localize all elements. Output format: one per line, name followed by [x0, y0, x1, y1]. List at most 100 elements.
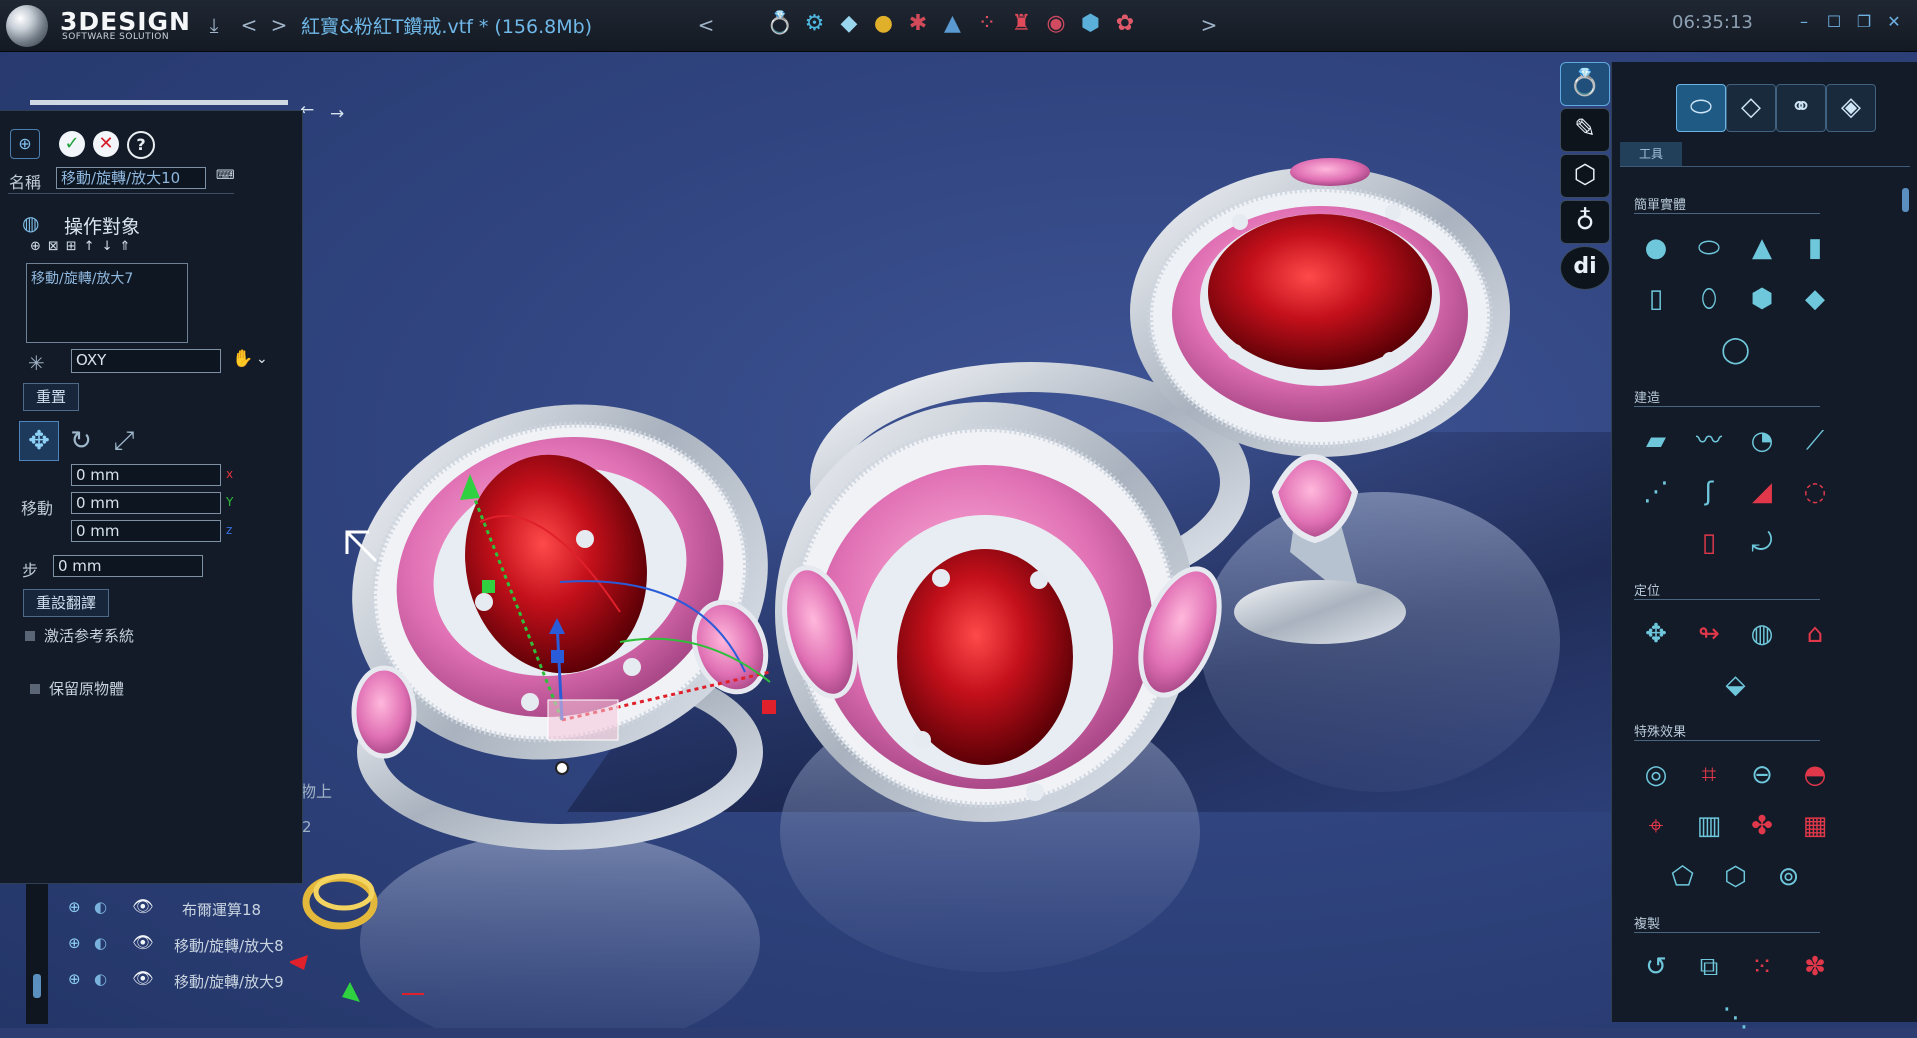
forward-arrow-icon[interactable]: >	[266, 12, 292, 38]
ring-primitive-icon[interactable]: ◯	[1716, 330, 1756, 370]
extrude-icon[interactable]: ▰	[1636, 421, 1676, 461]
patch-icon[interactable]: ◌	[1795, 472, 1835, 512]
objects-list-controls[interactable]: ⊕⊠⊞↑↓⇑	[30, 239, 137, 254]
step-field[interactable]: 0 mm	[53, 555, 203, 577]
sphere-icon[interactable]: ●	[1636, 228, 1676, 268]
sweep-icon[interactable]: 〰	[1689, 421, 1729, 461]
pipe-icon[interactable]: ▯	[1689, 523, 1729, 563]
capsule-icon[interactable]: ⬯	[1689, 279, 1729, 319]
tree-row[interactable]: ⊕ ◐ 👁 移動/旋轉/放大9	[60, 968, 300, 996]
drop-icon[interactable]: ⬙	[1716, 665, 1756, 705]
split-icon[interactable]: ▥	[1689, 806, 1729, 846]
plane-field[interactable]: OXY	[71, 349, 221, 373]
cylinder-icon[interactable]: ▮	[1795, 228, 1835, 268]
prong-tool-icon[interactable]: ✱	[904, 10, 932, 38]
maximize-icon[interactable]: ☐	[1822, 10, 1846, 34]
cut-icon[interactable]: ⌗	[1689, 755, 1729, 795]
deform-icon[interactable]: ⌖	[1636, 806, 1676, 846]
loft-icon[interactable]: ʃ	[1689, 472, 1729, 512]
setting-mode-icon[interactable]: ♁	[1560, 200, 1610, 244]
halo-tool-icon[interactable]: ✿	[1111, 10, 1139, 38]
copy-mirror-icon[interactable]: ⧉	[1689, 947, 1729, 987]
snap-icon[interactable]: ⌂	[1795, 614, 1835, 654]
wire-icon[interactable]: ⬠	[1663, 857, 1703, 897]
move-z-field[interactable]: 0 mm	[71, 520, 221, 542]
mesh-mode-icon[interactable]: ⬡	[1560, 154, 1610, 198]
link-icon[interactable]: ⊚	[1769, 857, 1809, 897]
boolean-icon[interactable]: ◎	[1636, 755, 1676, 795]
objects-list[interactable]: 移動/旋轉/放大7	[26, 263, 188, 343]
pyramid-icon[interactable]: ◆	[1795, 279, 1835, 319]
revolve-icon[interactable]: ◔	[1742, 421, 1782, 461]
pave-tool-icon[interactable]: ⁘	[973, 10, 1001, 38]
restore-icon[interactable]: ❐	[1852, 10, 1876, 34]
move-mode-icon[interactable]: ✥	[19, 421, 59, 461]
expand-icon[interactable]: ⊕	[68, 970, 81, 988]
jewelry-mode-icon[interactable]: 💍	[1560, 62, 1610, 106]
polygon-icon[interactable]: ⬡	[1716, 857, 1756, 897]
intersect-icon[interactable]: ⊖	[1742, 755, 1782, 795]
rotate-mode-icon[interactable]: ↻	[63, 423, 99, 459]
expand-right-icon[interactable]: →	[330, 104, 344, 124]
tube-icon[interactable]: ▯	[1636, 279, 1676, 319]
cluster-gem-icon[interactable]: ⬢	[1077, 10, 1105, 38]
toolbar-prev-icon[interactable]: <	[693, 12, 719, 38]
object-list-item[interactable]: 移動/旋轉/放大7	[31, 268, 183, 288]
bezel-tool-icon[interactable]: ⚙	[801, 10, 829, 38]
activate-ref-checkbox[interactable]	[25, 631, 35, 641]
drop-gem-icon[interactable]: ▲	[939, 10, 967, 38]
tree-scrollbar[interactable]	[26, 884, 48, 1024]
channel-tool-icon[interactable]: ◉	[1042, 10, 1070, 38]
visibility-eye-icon[interactable]: 👁	[132, 897, 154, 917]
copy-grid-icon[interactable]: ⁙	[1742, 947, 1782, 987]
move-y-field[interactable]: 0 mm	[71, 492, 221, 514]
merge-color-icon[interactable]: ✤	[1742, 806, 1782, 846]
copy-circular-icon[interactable]: ↺	[1636, 947, 1676, 987]
surface-icon[interactable]: ◢	[1742, 472, 1782, 512]
tree-row[interactable]: ⊕ ◐ 👁 移動/旋轉/放大8	[60, 932, 300, 960]
confirm-icon[interactable]: ✓	[59, 131, 85, 157]
color-gem-icon[interactable]: ●	[870, 10, 898, 38]
cancel-icon[interactable]: ✕	[93, 131, 119, 157]
move-x-field[interactable]: 0 mm	[71, 464, 221, 486]
back-arrow-icon[interactable]: <	[236, 12, 262, 38]
visibility-eye-icon[interactable]: 👁	[132, 933, 154, 953]
bend-icon[interactable]: ⤾	[1742, 523, 1782, 563]
tree-row[interactable]: ⊕ ◐ 👁 布爾運算18	[60, 896, 300, 924]
keep-original-checkbox[interactable]	[30, 684, 40, 694]
help-icon[interactable]: ?	[127, 131, 155, 159]
minimize-icon[interactable]: –	[1792, 10, 1816, 34]
name-field[interactable]: 移動/旋轉/放大10	[56, 167, 206, 189]
save-icon[interactable]: ⤓	[201, 12, 227, 38]
reset-button[interactable]: 重置	[23, 383, 79, 411]
torus-icon[interactable]: ⬭	[1689, 228, 1729, 268]
move-rotate-tool-icon[interactable]: ⊕	[10, 129, 40, 159]
scale-mode-icon[interactable]: ⤢	[106, 423, 142, 459]
diamond-tool-icon[interactable]: ◆	[835, 10, 863, 38]
reset-flip-button[interactable]: 重設翻譯	[23, 589, 109, 617]
move-rotate-icon[interactable]: ✥	[1636, 614, 1676, 654]
keyboard-icon[interactable]: ⌨	[216, 168, 235, 183]
expand-chevron-icon[interactable]: ⌄	[256, 351, 268, 367]
expand-icon[interactable]: ⊕	[68, 934, 81, 952]
shell-icon[interactable]: ◓	[1795, 755, 1835, 795]
pick-hand-icon[interactable]: ✋	[232, 349, 253, 369]
di-mode-icon[interactable]: di	[1560, 246, 1610, 290]
cube-icon[interactable]: ⬢	[1742, 279, 1782, 319]
head-tool-icon[interactable]: ♜	[1008, 10, 1036, 38]
expand-icon[interactable]: ⊕	[68, 898, 81, 916]
visibility-eye-icon[interactable]: 👁	[132, 969, 154, 989]
ring-tool-icon[interactable]: 💍	[766, 10, 794, 38]
close-icon[interactable]: ✕	[1882, 10, 1906, 34]
copy-path-icon[interactable]: ⋱	[1716, 998, 1756, 1038]
texture-icon[interactable]: ▦	[1795, 806, 1835, 846]
rail-icon[interactable]: ⟋	[1795, 421, 1835, 461]
copy-radial-icon[interactable]: ✽	[1795, 947, 1835, 987]
cone-icon[interactable]: ▲	[1742, 228, 1782, 268]
place-on-icon[interactable]: ◍	[1742, 614, 1782, 654]
array-curve-icon[interactable]: ⋰	[1636, 472, 1676, 512]
axis-orientation-widget[interactable]	[290, 852, 430, 1022]
toolbar-next-icon[interactable]: >	[1196, 12, 1222, 38]
align-icon[interactable]: ↬	[1689, 614, 1729, 654]
sketch-mode-icon[interactable]: ✎	[1560, 108, 1610, 152]
